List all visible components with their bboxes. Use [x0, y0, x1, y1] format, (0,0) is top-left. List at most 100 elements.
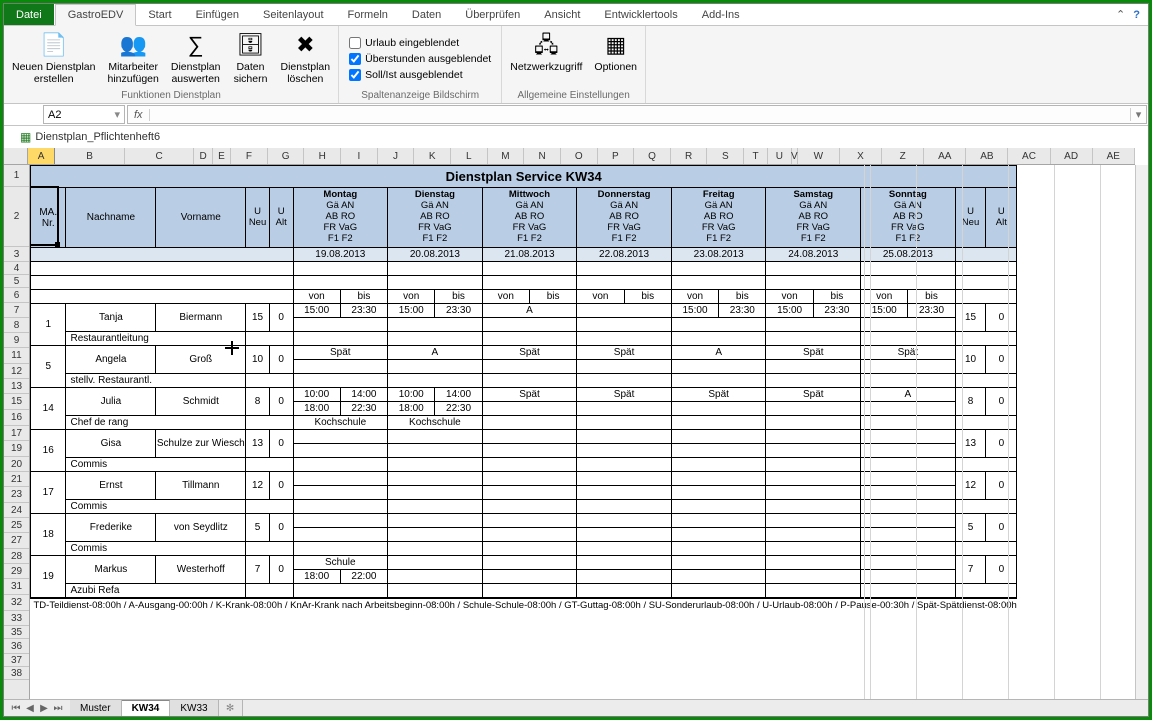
ribbon-tab-row: Datei GastroEDVStartEinfügenSeitenlayout… [4, 4, 1148, 26]
row-24[interactable]: 24 [4, 503, 29, 518]
tab-überprüfen[interactable]: Überprüfen [453, 4, 532, 25]
rbtn-g3-0[interactable]: 🖧Netzwerkzugriff [504, 28, 588, 89]
rbtn-g1-4-icon: ✖ [289, 30, 321, 60]
col-AD[interactable]: AD [1051, 148, 1093, 164]
sheet-tab-KW33[interactable]: KW33 [170, 700, 218, 717]
row-15[interactable]: 15 [4, 394, 29, 410]
fx-icon[interactable]: fx [128, 109, 150, 121]
tab-entwicklertools[interactable]: Entwicklertools [592, 4, 689, 25]
row-6[interactable]: 6 [4, 288, 29, 303]
col-U[interactable]: U [768, 148, 792, 164]
row-13[interactable]: 13 [4, 379, 29, 394]
chevron-down-icon[interactable]: ▾ [114, 108, 120, 121]
tab-seitenlayout[interactable]: Seitenlayout [251, 4, 336, 25]
tab-gastroedv[interactable]: GastroEDV [55, 4, 137, 26]
chk-1[interactable]: Überstunden ausgeblendet [349, 53, 491, 65]
col-AE[interactable]: AE [1093, 148, 1135, 164]
chk-2[interactable]: Soll/Ist ausgeblendet [349, 69, 491, 81]
col-D[interactable]: D [194, 148, 212, 164]
col-C[interactable]: C [125, 148, 195, 164]
sheet-tab-Muster[interactable]: Muster [70, 700, 122, 717]
tab-file[interactable]: Datei [4, 4, 54, 25]
row-9[interactable]: 9 [4, 333, 29, 348]
col-J[interactable]: J [378, 148, 415, 164]
sheet-grid[interactable]: Dienstplan Service KW34MA.Nr.NachnameVor… [30, 165, 1135, 699]
col-X[interactable]: X [840, 148, 882, 164]
col-S[interactable]: S [707, 148, 744, 164]
col-K[interactable]: K [414, 148, 451, 164]
col-AB[interactable]: AB [966, 148, 1008, 164]
row-37[interactable]: 37 [4, 654, 29, 667]
col-T[interactable]: T [744, 148, 768, 164]
row-38[interactable]: 38 [4, 667, 29, 680]
name-box[interactable]: A2 ▾ [43, 105, 125, 124]
row-27[interactable]: 27 [4, 533, 29, 549]
select-all-corner[interactable] [4, 148, 28, 164]
tab-daten[interactable]: Daten [400, 4, 453, 25]
col-Z[interactable]: Z [882, 148, 924, 164]
col-L[interactable]: L [451, 148, 488, 164]
row-32[interactable]: 32 [4, 595, 29, 611]
col-F[interactable]: F [231, 148, 268, 164]
col-A[interactable]: A [28, 148, 56, 164]
col-AC[interactable]: AC [1008, 148, 1050, 164]
row-25[interactable]: 25 [4, 518, 29, 533]
col-O[interactable]: O [561, 148, 598, 164]
tab-einfügen[interactable]: Einfügen [184, 4, 251, 25]
ribbon: 📄Neuen Dienstplanerstellen👥Mitarbeiterhi… [4, 26, 1148, 104]
row-36[interactable]: 36 [4, 639, 29, 654]
row-29[interactable]: 29 [4, 564, 29, 579]
row-16[interactable]: 16 [4, 410, 29, 426]
row-7[interactable]: 7 [4, 303, 29, 318]
col-B[interactable]: B [55, 148, 125, 164]
row-11[interactable]: 11 [4, 348, 29, 364]
col-P[interactable]: P [598, 148, 635, 164]
row-28[interactable]: 28 [4, 549, 29, 564]
row-17[interactable]: 17 [4, 426, 29, 441]
col-N[interactable]: N [524, 148, 561, 164]
rbtn-g1-4[interactable]: ✖Dienstplanlöschen [275, 28, 337, 89]
rbtn-g1-1[interactable]: 👥Mitarbeiterhinzufügen [101, 28, 164, 89]
row-33[interactable]: 33 [4, 611, 29, 626]
row-3[interactable]: 3 [4, 247, 29, 262]
row-21[interactable]: 21 [4, 472, 29, 487]
col-I[interactable]: I [341, 148, 378, 164]
col-G[interactable]: G [268, 148, 305, 164]
tab-start[interactable]: Start [136, 4, 183, 25]
rbtn-g3-1[interactable]: ▦Optionen [588, 28, 643, 89]
vertical-scrollbar[interactable] [1135, 165, 1148, 699]
col-R[interactable]: R [671, 148, 708, 164]
sheet-tab-KW34[interactable]: KW34 [122, 700, 171, 717]
sheet-nav[interactable]: ⏮◀▶⏭ [4, 703, 70, 714]
help-icon[interactable]: ? [1133, 9, 1140, 21]
row-2[interactable]: 2 [4, 187, 29, 247]
row-4[interactable]: 4 [4, 262, 29, 275]
rbtn-g1-2[interactable]: ∑Dienstplanauswerten [165, 28, 227, 89]
row-1[interactable]: 1 [4, 165, 29, 187]
chevron-down-icon[interactable]: ▾ [1130, 108, 1146, 121]
tab-add-ins[interactable]: Add-Ins [690, 4, 752, 25]
row-20[interactable]: 20 [4, 457, 29, 472]
row-31[interactable]: 31 [4, 579, 29, 595]
row-12[interactable]: 12 [4, 364, 29, 379]
col-W[interactable]: W [798, 148, 840, 164]
row-19[interactable]: 19 [4, 441, 29, 457]
col-E[interactable]: E [213, 148, 231, 164]
row-5[interactable]: 5 [4, 275, 29, 288]
chk-0[interactable]: Urlaub eingeblendet [349, 37, 491, 49]
col-Q[interactable]: Q [634, 148, 671, 164]
col-M[interactable]: M [488, 148, 525, 164]
ribbon-min-icon[interactable]: ⌃ [1116, 8, 1125, 21]
ribbon-group-columns: Urlaub eingeblendet Überstunden ausgeblen… [339, 26, 502, 103]
col-AA[interactable]: AA [924, 148, 966, 164]
rbtn-g1-0[interactable]: 📄Neuen Dienstplanerstellen [6, 28, 101, 89]
rbtn-g1-3[interactable]: 🗄Datensichern [227, 28, 275, 89]
row-23[interactable]: 23 [4, 487, 29, 503]
row-8[interactable]: 8 [4, 318, 29, 333]
tab-ansicht[interactable]: Ansicht [532, 4, 592, 25]
tab-formeln[interactable]: Formeln [336, 4, 400, 25]
col-H[interactable]: H [304, 148, 341, 164]
row-35[interactable]: 35 [4, 626, 29, 639]
formula-input[interactable]: fx ▾ [127, 105, 1147, 124]
new-sheet-button[interactable]: ✻ [219, 700, 243, 717]
